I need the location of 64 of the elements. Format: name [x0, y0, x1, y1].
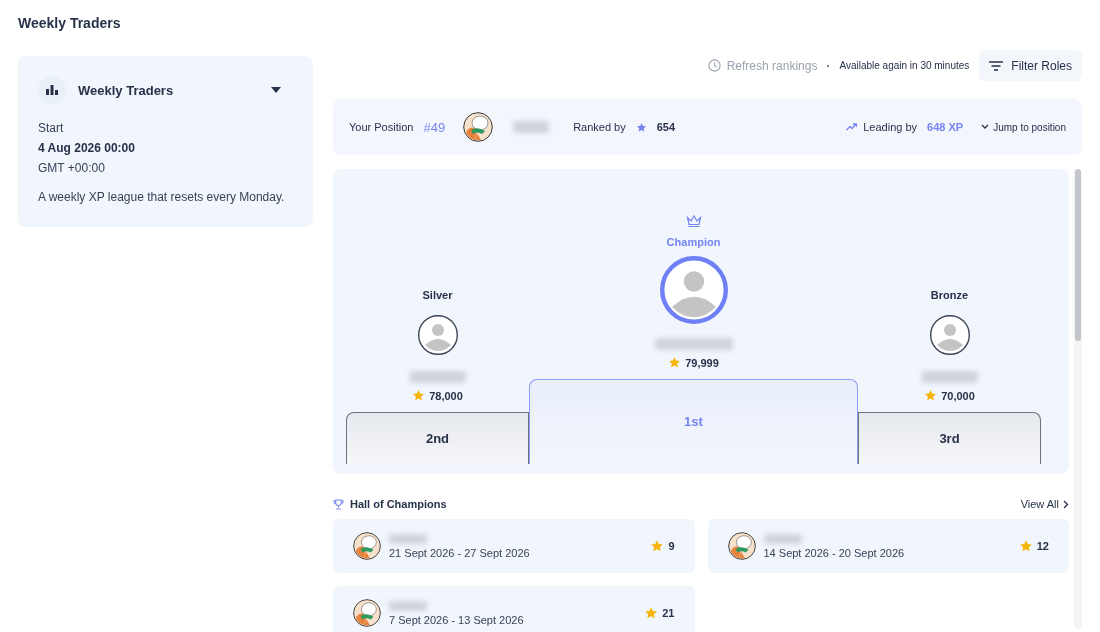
avatar-icon: [417, 315, 458, 355]
podium-step: 2nd: [346, 412, 529, 464]
avatar-icon: [353, 532, 381, 560]
avatar-icon: [929, 315, 970, 355]
date-range: 14 Sept 2026 - 20 Sept 2026: [763, 546, 906, 559]
podium-step: 3rd: [858, 412, 1041, 464]
leading-value: 648 XP: [927, 121, 964, 133]
podium-title: Bronze: [930, 289, 969, 301]
section-title: Hall of Champions: [350, 498, 447, 510]
star-icon: [1018, 539, 1033, 553]
blurred-name: [389, 533, 427, 544]
page-title: Weekly Traders: [18, 14, 122, 32]
star-icon: [650, 539, 665, 553]
avatar-icon: [659, 256, 728, 324]
avatar-icon: [463, 112, 494, 142]
view-all-link[interactable]: View All: [1020, 498, 1069, 510]
podium-title: Silver: [422, 289, 453, 301]
champion-score: 12: [1036, 540, 1049, 552]
chevron-icon: [981, 124, 990, 130]
podium-title: Champion: [666, 236, 721, 248]
crown-icon: [685, 215, 702, 228]
podium-score: 79,999: [685, 356, 719, 369]
blurred-name: [409, 371, 466, 383]
podium-step: 1st: [529, 379, 858, 464]
dropdown-icon[interactable]: [271, 87, 281, 93]
star-icon: [635, 121, 647, 133]
position-score: 654: [656, 121, 676, 133]
champion-card[interactable]: 21 Sept 2026 - 27 Sept 2026 9: [333, 519, 695, 573]
start-label: Start: [38, 120, 65, 137]
podium-score: 78,000: [429, 389, 463, 402]
timezone: GMT +00:00: [38, 160, 106, 177]
ranked-by-label: Ranked by: [573, 121, 626, 133]
blurred-name: [513, 121, 550, 133]
star-icon: [644, 606, 659, 620]
blurred-name: [763, 533, 802, 544]
star-icon: [924, 389, 938, 402]
chevron-icon: [1063, 499, 1069, 509]
filter-icon: [989, 60, 1004, 71]
clock-icon: [707, 59, 721, 72]
position-label: Your Position: [349, 121, 414, 133]
podium-score: 70,000: [941, 389, 975, 402]
champion-score: 9: [668, 540, 675, 552]
champion-card[interactable]: 7 Sept 2026 - 13 Sept 2026 21: [333, 586, 695, 632]
champion-card[interactable]: 14 Sept 2026 - 20 Sept 2026 12: [707, 519, 1069, 573]
avatar-icon: [353, 599, 381, 627]
leading-label: Leading by: [863, 121, 918, 133]
filter-button[interactable]: Filter Roles: [979, 50, 1082, 81]
blurred-name: [921, 371, 978, 383]
chart-icon: [38, 76, 66, 104]
trend-icon: [846, 123, 858, 131]
start-date: 4 Aug 2026 00:00: [38, 140, 136, 157]
date-range: 7 Sept 2026 - 13 Sept 2026: [389, 613, 525, 626]
star-icon: [668, 356, 682, 369]
position-rank: #49: [423, 119, 446, 135]
trophy-icon: [333, 498, 344, 510]
avatar-icon: [727, 532, 756, 560]
star-icon: [412, 389, 426, 402]
availability-text: Available again in 30 minutes: [839, 60, 970, 71]
league-name: Weekly Traders: [78, 82, 175, 98]
league-description: A weekly XP league that resets every Monday.: [38, 189, 286, 206]
blurred-name: [389, 600, 427, 611]
jump-button[interactable]: Jump to position: [981, 121, 1066, 133]
champion-score: 21: [662, 607, 675, 619]
date-range: 21 Sept 2026 - 27 Sept 2026: [389, 546, 531, 559]
